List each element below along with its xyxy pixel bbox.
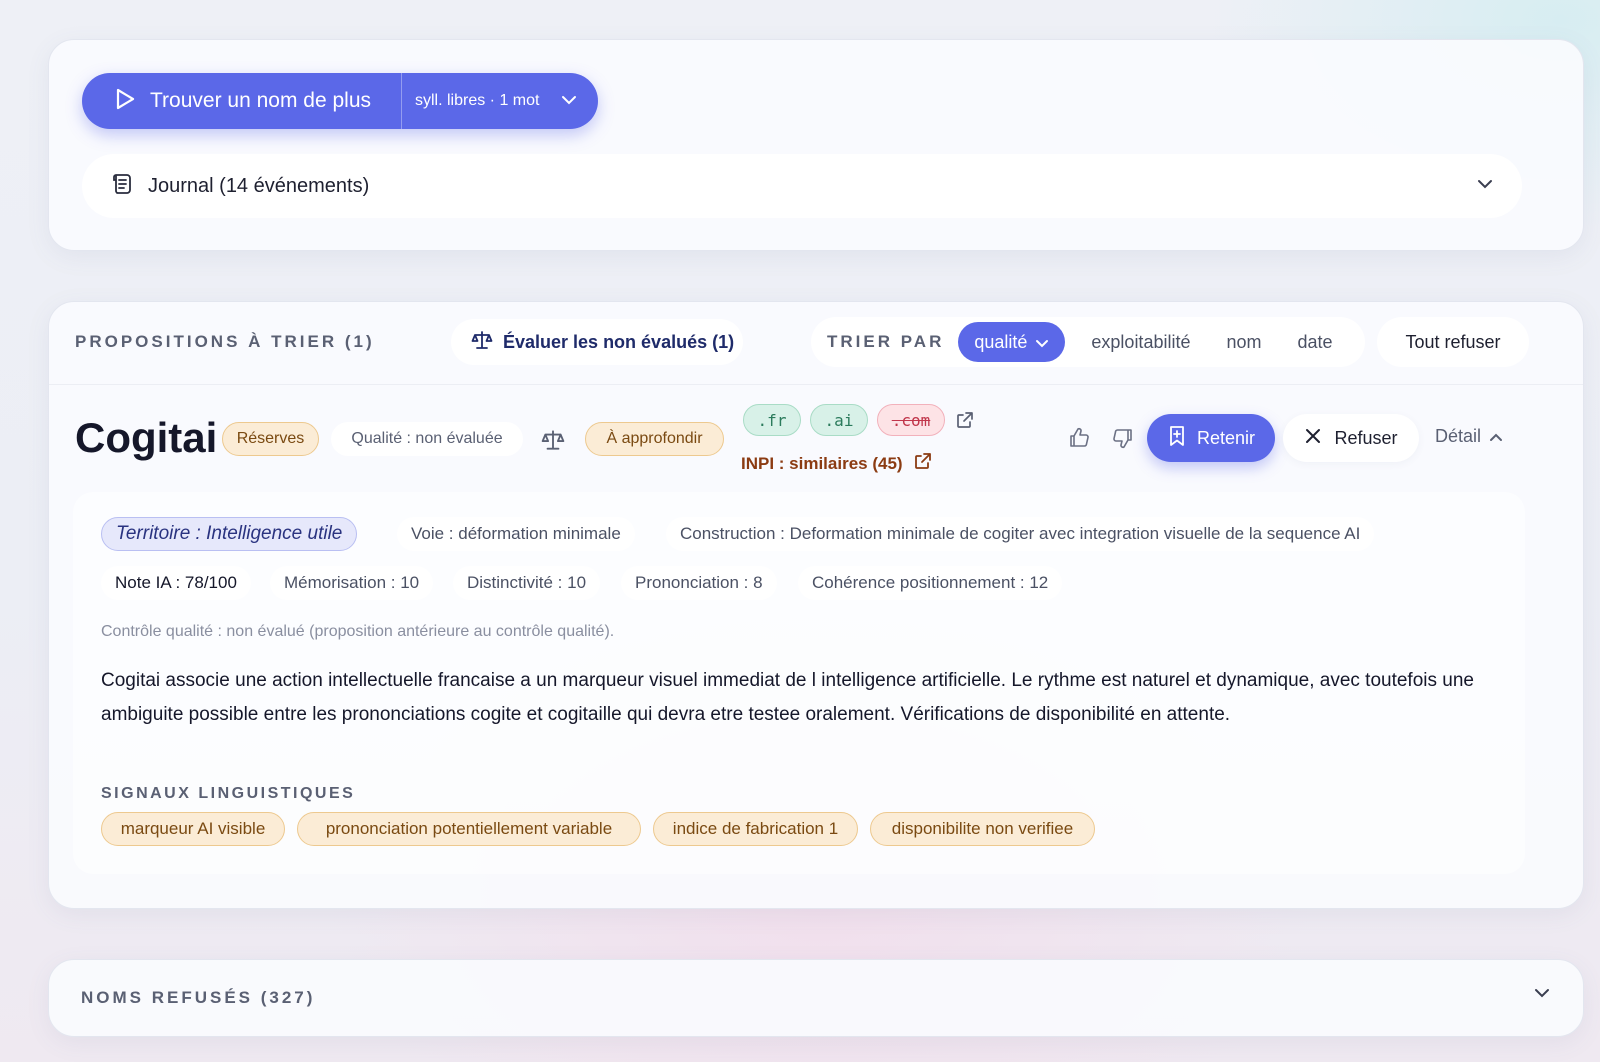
sort-option-exploitabilite[interactable]: exploitabilité xyxy=(1085,332,1196,353)
signals-title: SIGNAUX LINGUISTIQUES xyxy=(101,785,356,802)
refused-title: NOMS REFUSÉS (327) xyxy=(81,988,316,1007)
external-link-icon[interactable] xyxy=(953,408,977,432)
proposals-card: PROPOSITIONS À TRIER (1) Évaluer les non… xyxy=(48,301,1584,909)
candidate-name: Cogitai xyxy=(75,414,218,461)
domain-badge-com: .com xyxy=(877,404,945,436)
chevron-down-icon xyxy=(1476,177,1494,195)
chevron-down-icon xyxy=(1035,332,1049,353)
refuse-label: Refuser xyxy=(1334,427,1398,448)
score-memorisation: Mémorisation : 10 xyxy=(270,566,434,600)
signal-chip: indice de fabrication 1 xyxy=(653,812,858,846)
chevron-up-icon xyxy=(1489,426,1503,447)
sort-label: TRIER PAR xyxy=(827,332,945,351)
sort-option-nom[interactable]: nom xyxy=(1220,332,1267,353)
actions-card: Trouver un nom de plus syll. libres · 1 … xyxy=(48,39,1584,251)
territory-chip: Territoire : Intelligence utile xyxy=(101,517,358,551)
chevron-down-icon xyxy=(1533,986,1551,1004)
scale-icon xyxy=(471,329,493,356)
proposals-title: PROPOSITIONS À TRIER (1) xyxy=(75,332,375,351)
sort-option-date[interactable]: date xyxy=(1291,332,1338,353)
scale-icon[interactable] xyxy=(539,426,567,454)
followup-badge: À approfondir xyxy=(585,422,724,456)
signal-chip: marqueur AI visible xyxy=(101,812,285,846)
detail-label: Détail xyxy=(1435,426,1482,446)
thumbs-up-icon[interactable] xyxy=(1065,424,1093,452)
retain-label: Retenir xyxy=(1196,427,1256,448)
find-name-label: Trouver un nom de plus xyxy=(150,89,372,112)
domain-badge-ai: .ai xyxy=(810,404,868,436)
sort-control: TRIER PAR qualité exploitabilité nom dat… xyxy=(811,317,1365,367)
journal-label: Journal (14 événements) xyxy=(148,174,370,197)
reject-all-button[interactable]: Tout refuser xyxy=(1377,317,1529,367)
quality-badge: Qualité : non évaluée xyxy=(331,422,523,456)
close-icon xyxy=(1304,427,1322,450)
header-divider xyxy=(49,384,1583,385)
sort-active-label: qualité xyxy=(974,331,1028,352)
evaluate-unrated-button[interactable]: Évaluer les non évalués (1) xyxy=(451,319,743,365)
refused-names-accordion[interactable]: NOMS REFUSÉS (327) xyxy=(48,959,1584,1037)
signal-chip: disponibilite non verifiee xyxy=(870,812,1095,846)
scroll-icon xyxy=(110,172,134,201)
quality-control-note: Contrôle qualité : non évalué (propositi… xyxy=(101,623,615,640)
sort-option-active[interactable]: qualité xyxy=(958,322,1066,362)
domain-badge-fr: .fr xyxy=(743,404,801,436)
status-badge: Réserves xyxy=(222,422,319,456)
evaluate-unrated-label: Évaluer les non évalués (1) xyxy=(503,331,735,352)
thumbs-down-icon[interactable] xyxy=(1109,424,1137,452)
score-note-ia: Note IA : 78/100 xyxy=(101,566,251,600)
generation-options-label: syll. libres · 1 mot xyxy=(415,92,540,109)
detail-toggle[interactable]: Détail xyxy=(1435,426,1503,447)
inpi-label: INPI : similaires (45) xyxy=(741,453,903,473)
retain-button[interactable]: Retenir xyxy=(1147,414,1275,462)
score-prononciation: Prononciation : 8 xyxy=(621,566,777,600)
voie-chip: Voie : déformation minimale xyxy=(397,517,635,551)
refuse-button[interactable]: Refuser xyxy=(1283,414,1419,462)
construction-chip: Construction : Deformation minimale de c… xyxy=(666,517,1375,551)
find-name-button[interactable]: Trouver un nom de plus xyxy=(82,73,402,129)
bookmark-plus-icon xyxy=(1167,425,1187,452)
chevron-down-icon xyxy=(561,92,577,110)
detail-panel: Territoire : Intelligence utile Voie : d… xyxy=(73,492,1525,874)
external-link-icon xyxy=(913,451,933,476)
generation-options-dropdown[interactable]: syll. libres · 1 mot xyxy=(402,73,598,129)
play-icon xyxy=(114,87,136,116)
candidate-description: Cogitai associe une action intellectuell… xyxy=(101,670,1474,725)
find-name-split-button: Trouver un nom de plus syll. libres · 1 … xyxy=(82,73,598,129)
inpi-link[interactable]: INPI : similaires (45) xyxy=(741,451,933,476)
journal-accordion[interactable]: Journal (14 événements) xyxy=(82,154,1522,218)
score-distinctivite: Distinctivité : 10 xyxy=(453,566,601,600)
score-coherence: Cohérence positionnement : 12 xyxy=(798,566,1063,600)
signal-chip: prononciation potentiellement variable xyxy=(297,812,641,846)
